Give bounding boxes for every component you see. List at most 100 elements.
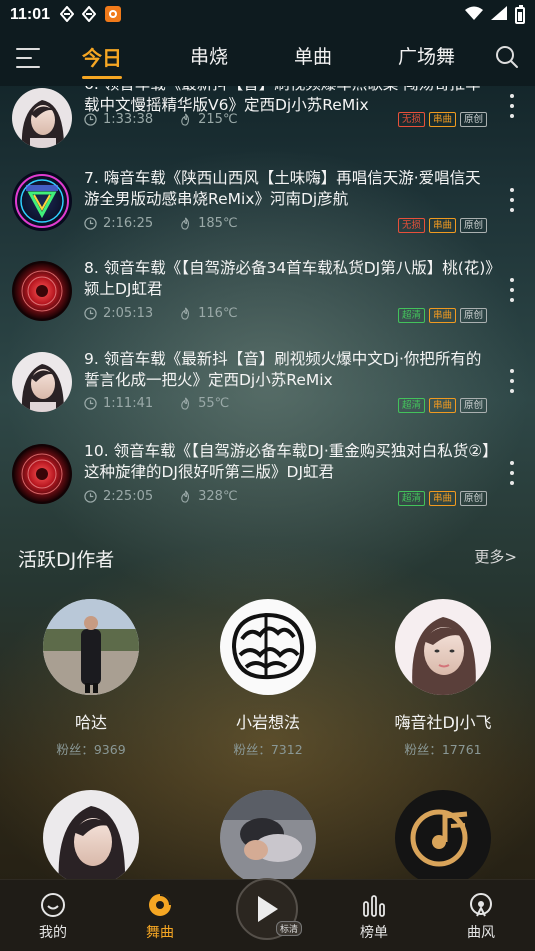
badge-hd: 超清 bbox=[397, 308, 425, 323]
track-meta: 1:11:41 55℃ bbox=[84, 396, 229, 411]
track-badges: 无损 串曲 原创 bbox=[397, 112, 487, 127]
track-meta: 2:16:25 185℃ bbox=[84, 216, 238, 231]
top-navigation: 今日 串烧 单曲 广场舞 bbox=[0, 30, 535, 86]
clock-icon bbox=[84, 490, 97, 503]
flame-icon bbox=[181, 113, 190, 126]
dj-card[interactable] bbox=[368, 790, 518, 886]
dj-card[interactable]: 小岩想法 粉丝：7312 bbox=[193, 599, 343, 758]
signal-icon bbox=[491, 5, 507, 25]
music-logo-avatar-icon bbox=[395, 790, 491, 886]
nav-genre-label: 曲风 bbox=[467, 925, 495, 941]
track-duration: 2:05:13 bbox=[103, 306, 154, 321]
menu-icon[interactable] bbox=[16, 48, 40, 68]
dj-card[interactable]: 嗨音社DJ小飞 粉丝：17761 bbox=[368, 599, 518, 758]
badge-original: 原创 bbox=[459, 308, 487, 323]
nav-genre[interactable]: 曲风 bbox=[451, 892, 511, 942]
flame-icon bbox=[181, 307, 190, 320]
person-sleeping-avatar-icon bbox=[220, 790, 316, 886]
list-item[interactable]: 9. 领音车载《最新抖【音】刷视频火爆中文Dj·你把所有的誓言化成一把火》定西D… bbox=[0, 349, 535, 439]
clock-icon bbox=[84, 307, 97, 320]
track-meta: 2:25:05 328℃ bbox=[84, 489, 238, 504]
status-time: 11:01 bbox=[10, 6, 51, 23]
more-options-icon[interactable] bbox=[509, 278, 515, 304]
badge-original: 原创 bbox=[459, 218, 487, 233]
battery-icon bbox=[515, 4, 525, 24]
track-title: 10. 领音车载《【自驾游必备车载DJ·重金购买独对白私货②】这种旋律的DJ很好… bbox=[84, 442, 490, 481]
dj-fans: 粉丝：9369 bbox=[56, 742, 126, 757]
clock-icon bbox=[84, 397, 97, 410]
track-badges: 超清 串曲 原创 bbox=[397, 398, 487, 413]
track-duration: 1:11:41 bbox=[103, 396, 154, 411]
list-item[interactable]: 7. 嗨音车载《陕西山西风【土味嗨】再唱信天游·爱唱信天游全男版动感串烧ReMi… bbox=[0, 166, 535, 256]
nav-mine[interactable]: 我的 bbox=[23, 892, 83, 942]
track-badges: 超清 串曲 原创 bbox=[397, 491, 487, 506]
section-title: 活跃DJ作者 bbox=[18, 549, 115, 571]
more-link[interactable]: 更多> bbox=[474, 546, 517, 567]
dj-fans: 粉丝：7312 bbox=[233, 742, 303, 757]
track-heat: 55℃ bbox=[198, 396, 230, 411]
badge-medley: 串曲 bbox=[428, 308, 456, 323]
list-item[interactable]: 10. 领音车载《【自驾游必备车载DJ·重金购买独对白私货②】这种旋律的DJ很好… bbox=[0, 441, 535, 531]
track-heat: 116℃ bbox=[198, 306, 238, 321]
track-meta: 1:33:38 215℃ bbox=[84, 112, 238, 127]
track-heat: 328℃ bbox=[198, 489, 238, 504]
badge-original: 原创 bbox=[459, 398, 487, 413]
track-title: 8. 领音车载《【自驾游必备34首车载私货DJ第八版】桃(花)》颍上DJ虹君 bbox=[84, 259, 494, 298]
badge-medley: 串曲 bbox=[428, 112, 456, 127]
badge-medley: 串曲 bbox=[428, 398, 456, 413]
nav-charts-label: 榜单 bbox=[360, 925, 388, 941]
tab-today[interactable]: 今日 bbox=[82, 42, 122, 79]
dj-card[interactable] bbox=[16, 790, 166, 886]
bottom-navigation: 我的 舞曲 标清 榜单 曲风 bbox=[0, 878, 535, 951]
more-options-icon[interactable] bbox=[509, 369, 515, 395]
more-options-icon[interactable] bbox=[509, 188, 515, 214]
more-options-icon[interactable] bbox=[509, 94, 515, 120]
tab-single[interactable]: 单曲 bbox=[294, 42, 332, 69]
app-notification-icon bbox=[59, 4, 75, 25]
track-duration: 1:33:38 bbox=[103, 112, 154, 127]
red-disc-avatar-icon bbox=[12, 261, 72, 321]
badge-hd: 超清 bbox=[397, 491, 425, 506]
nav-dance[interactable]: 舞曲 bbox=[130, 892, 190, 942]
nav-dance-label: 舞曲 bbox=[146, 925, 174, 941]
badge-hd: 超清 bbox=[397, 398, 425, 413]
disc-icon bbox=[149, 894, 171, 916]
list-item[interactable]: 6. 领音车载《最新抖【音】刷视频爆车热歌集·闯荡哥推车载中文慢摇精华版V6》定… bbox=[0, 74, 535, 164]
nav-mine-label: 我的 bbox=[39, 925, 67, 941]
wifi-icon bbox=[465, 6, 483, 25]
more-options-icon[interactable] bbox=[509, 461, 515, 487]
tab-square-dance[interactable]: 广场舞 bbox=[398, 42, 455, 69]
tab-medley[interactable]: 串烧 bbox=[190, 42, 228, 69]
dj-name: 小岩想法 bbox=[235, 713, 300, 732]
app-notification-icon bbox=[81, 4, 97, 25]
play-button[interactable]: 标清 bbox=[236, 878, 302, 940]
man-avatar-icon bbox=[43, 599, 139, 695]
girl-avatar-icon bbox=[395, 599, 491, 695]
nav-charts[interactable]: 榜单 bbox=[344, 892, 404, 942]
flame-icon bbox=[181, 397, 190, 410]
track-duration: 2:16:25 bbox=[103, 216, 154, 231]
track-heat: 185℃ bbox=[198, 216, 238, 231]
track-title: 9. 领音车载《最新抖【音】刷视频火爆中文Dj·你把所有的誓言化成一把火》定西D… bbox=[84, 350, 482, 389]
play-icon bbox=[258, 896, 278, 922]
status-bar: 11:01 bbox=[0, 0, 535, 30]
dj-fans: 粉丝：17761 bbox=[404, 742, 482, 757]
flame-icon bbox=[181, 490, 190, 503]
track-badges: 超清 串曲 原创 bbox=[397, 308, 487, 323]
radio-icon bbox=[470, 893, 492, 917]
neon-logo-avatar-icon bbox=[12, 171, 72, 231]
dj-card[interactable] bbox=[193, 790, 343, 886]
track-badges: 无损 串曲 原创 bbox=[397, 218, 487, 233]
track-duration: 2:25:05 bbox=[103, 489, 154, 504]
search-icon[interactable] bbox=[495, 45, 519, 69]
quality-tag: 标清 bbox=[275, 921, 302, 936]
dj-card[interactable]: 哈达 粉丝：9369 bbox=[16, 599, 166, 758]
badge-original: 原创 bbox=[459, 112, 487, 127]
badge-lossless: 无损 bbox=[397, 218, 425, 233]
badge-original: 原创 bbox=[459, 491, 487, 506]
woman-avatar-icon bbox=[12, 88, 72, 148]
brain-art-avatar-icon bbox=[220, 599, 316, 695]
track-meta: 2:05:13 116℃ bbox=[84, 306, 238, 321]
list-item[interactable]: 8. 领音车载《【自驾游必备34首车载私货DJ第八版】桃(花)》颍上DJ虹君 2… bbox=[0, 258, 535, 348]
flame-icon bbox=[181, 217, 190, 230]
